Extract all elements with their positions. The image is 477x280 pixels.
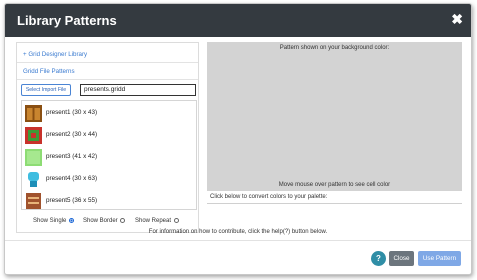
list-item[interactable]: present2 (30 x 44) bbox=[22, 125, 196, 147]
show-single-option[interactable]: Show Single bbox=[33, 218, 75, 224]
pattern-list[interactable]: present1 (30 x 43) present2 (30 x 44) pr… bbox=[21, 100, 197, 210]
palette-divider bbox=[207, 203, 462, 204]
help-button[interactable]: ? bbox=[371, 251, 386, 266]
library-patterns-dialog: Library Patterns ✖ + Grid Designer Libra… bbox=[4, 3, 472, 275]
show-border-label: Show Border bbox=[83, 218, 118, 224]
grid-designer-library-link[interactable]: + Grid Designer Library bbox=[17, 46, 198, 63]
select-import-file-button[interactable]: Select Import File bbox=[21, 84, 71, 96]
pattern-preview-area[interactable]: Pattern shown on your background color: … bbox=[207, 42, 462, 191]
list-item-label: present5 (36 x 55) bbox=[46, 197, 98, 204]
list-item-label: present2 (30 x 44) bbox=[46, 131, 98, 138]
present-thumbnail bbox=[26, 193, 41, 209]
show-repeat-option[interactable]: Show Repeat bbox=[135, 218, 179, 224]
import-row: Select Import File presents.gridd bbox=[21, 84, 198, 96]
show-single-radio[interactable] bbox=[69, 218, 75, 223]
palette-label: Click below to convert colors to your pa… bbox=[210, 194, 328, 200]
present-thumbnail bbox=[25, 127, 42, 144]
close-button[interactable]: Close bbox=[389, 251, 414, 266]
show-repeat-radio[interactable] bbox=[173, 218, 179, 223]
dialog-title: Library Patterns bbox=[17, 13, 117, 28]
import-file-name-field[interactable]: presents.gridd bbox=[80, 84, 196, 96]
preview-caption-top: Pattern shown on your background color: bbox=[279, 45, 390, 51]
list-item[interactable]: present3 (41 x 42) bbox=[22, 147, 196, 169]
use-pattern-button[interactable]: Use Pattern bbox=[418, 251, 461, 266]
gridd-file-patterns-link[interactable]: Gridd File Patterns bbox=[17, 63, 198, 80]
close-icon[interactable]: ✖ bbox=[451, 11, 463, 27]
present-thumbnail bbox=[25, 149, 42, 166]
list-item[interactable]: present4 (30 x 63) bbox=[22, 169, 196, 191]
dialog-titlebar: Library Patterns ✖ bbox=[5, 4, 471, 37]
present-thumbnail bbox=[25, 105, 42, 122]
list-item-label: present3 (41 x 42) bbox=[46, 153, 98, 160]
contribute-help-text: For information on how to contribute, cl… bbox=[148, 229, 328, 235]
show-single-label: Show Single bbox=[33, 218, 67, 224]
list-item-label: present4 (30 x 63) bbox=[46, 175, 98, 182]
list-item[interactable]: present5 (36 x 55) bbox=[22, 191, 196, 209]
show-border-option[interactable]: Show Border bbox=[83, 218, 126, 224]
show-repeat-label: Show Repeat bbox=[135, 218, 172, 224]
list-item[interactable]: present1 (30 x 43) bbox=[22, 103, 196, 125]
present-thumbnail bbox=[25, 171, 42, 188]
preview-caption-bottom: Move mouse over pattern to see cell colo… bbox=[278, 182, 391, 188]
pattern-source-panel: + Grid Designer Library Gridd File Patte… bbox=[16, 42, 199, 233]
show-border-radio[interactable] bbox=[120, 218, 126, 223]
footer-divider bbox=[5, 240, 471, 241]
list-item-label: present1 (30 x 43) bbox=[46, 109, 98, 116]
